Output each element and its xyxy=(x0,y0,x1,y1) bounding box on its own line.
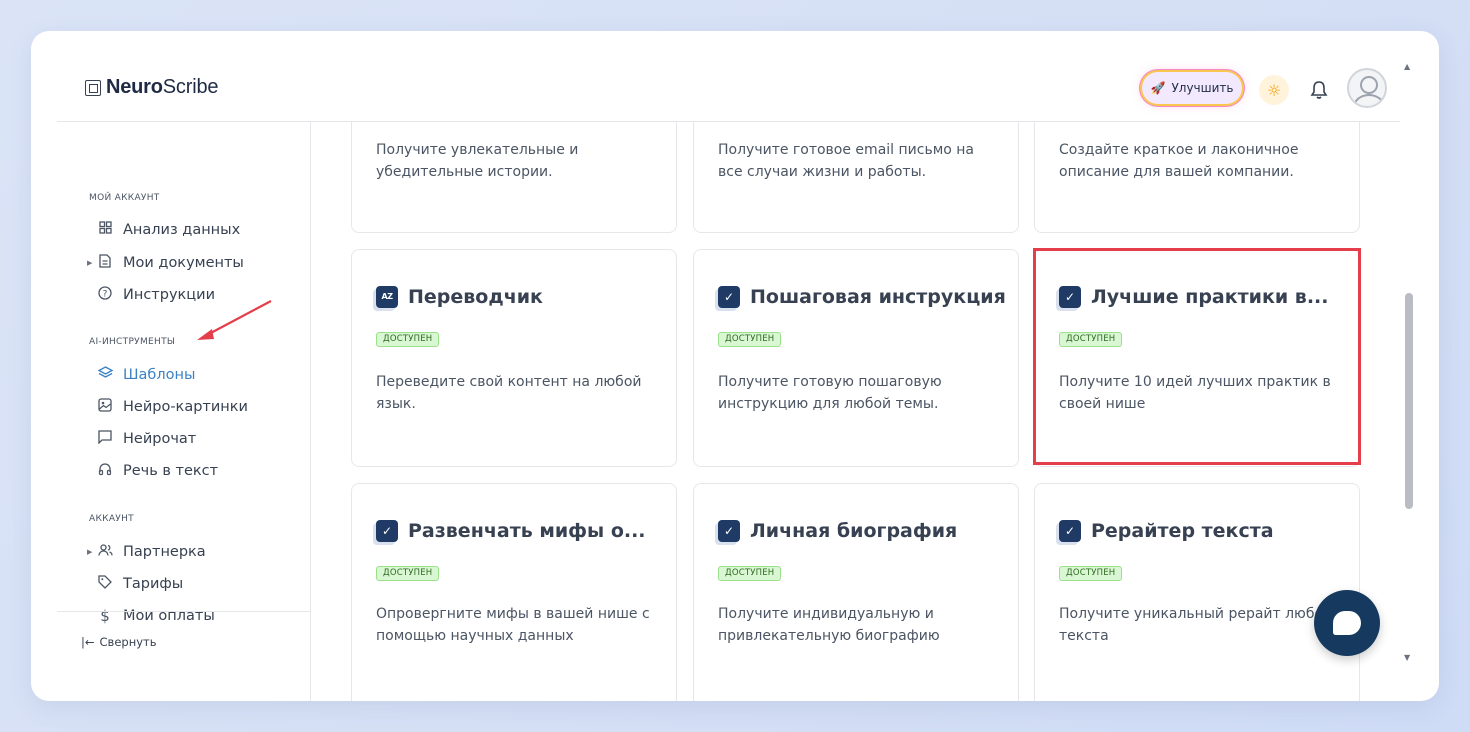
sidebar-item-templates[interactable]: Шаблоны xyxy=(97,366,195,384)
sidebar: МОЙ АККАУНТ Анализ данных ▶ Мои документ… xyxy=(57,122,311,701)
help-circle-icon: ? xyxy=(97,286,113,304)
tag-icon xyxy=(97,575,113,593)
collapse-arrow-icon: |← xyxy=(81,635,95,649)
image-icon xyxy=(97,398,113,416)
user-avatar[interactable] xyxy=(1347,68,1387,108)
layers-icon xyxy=(97,366,113,384)
template-card[interactable]: Создайте краткое и лаконичное описание д… xyxy=(1034,122,1360,233)
sidebar-item-instructions[interactable]: ? Инструкции xyxy=(97,286,215,304)
section-label-account: АККАУНТ xyxy=(89,514,134,524)
grid-icon xyxy=(97,221,113,238)
sidebar-item-my-documents[interactable]: Мои документы xyxy=(97,254,244,272)
scrollbar-thumb[interactable] xyxy=(1405,293,1413,509)
support-chat-button[interactable] xyxy=(1314,590,1380,656)
app-window: NeuroScribe 🚀 Улучшить ☼ МОЙ АККАУНТ Ана… xyxy=(31,31,1439,701)
scroll-up-arrow-icon[interactable]: ▲ xyxy=(1404,62,1410,71)
sidebar-item-my-payments[interactable]: $ Мои оплаты xyxy=(97,607,215,625)
chat-icon xyxy=(97,430,113,448)
caret-right-icon[interactable]: ▶ xyxy=(87,259,92,267)
template-card[interactable]: Получите готовое email письмо на все слу… xyxy=(693,122,1019,233)
theme-toggle-sun-icon[interactable]: ☼ xyxy=(1259,75,1289,105)
sidebar-item-speech-to-text[interactable]: Речь в текст xyxy=(97,462,218,480)
collapse-sidebar-button[interactable]: |← Свернуть xyxy=(81,635,157,649)
status-badge: ДОСТУПЕН xyxy=(718,566,782,581)
sidebar-divider xyxy=(57,611,311,612)
status-badge: ДОСТУПЕН xyxy=(1059,332,1123,347)
document-icon xyxy=(97,254,113,272)
sidebar-item-tariffs[interactable]: Тарифы xyxy=(97,575,183,593)
section-label-my-account: МОЙ АККАУНТ xyxy=(89,193,160,203)
users-icon xyxy=(97,543,113,561)
template-card-personal-biography[interactable]: ✓ Личная биография ДОСТУПЕН Получите инд… xyxy=(693,483,1019,701)
status-badge: ДОСТУПЕН xyxy=(1059,566,1123,581)
upgrade-label: Улучшить xyxy=(1171,81,1234,95)
upgrade-button[interactable]: 🚀 Улучшить xyxy=(1142,72,1242,104)
scroll-down-arrow-icon[interactable]: ▼ xyxy=(1404,653,1410,662)
checkbox-icon: ✓ xyxy=(376,520,398,542)
template-card-debunk-myths[interactable]: ✓ Развенчать мифы о... ДОСТУПЕН Опроверг… xyxy=(351,483,677,701)
logo-icon xyxy=(85,79,101,96)
status-badge: ДОСТУПЕН xyxy=(376,566,440,581)
checkbox-icon: ✓ xyxy=(718,286,740,308)
checkbox-icon: ✓ xyxy=(1059,286,1081,308)
checkbox-icon: ✓ xyxy=(1059,520,1081,542)
sidebar-item-neuro-images[interactable]: Нейро-картинки xyxy=(97,398,248,416)
rocket-icon: 🚀 xyxy=(1150,81,1166,95)
template-card-translator[interactable]: AZ Переводчик ДОСТУПЕН Переведите свой к… xyxy=(351,249,677,467)
logo-text: NeuroScribe xyxy=(106,76,219,98)
sidebar-item-data-analysis[interactable]: Анализ данных xyxy=(97,221,240,238)
template-card-best-practices[interactable]: ✓ Лучшие практики в... ДОСТУПЕН Получите… xyxy=(1034,249,1360,467)
top-header: NeuroScribe 🚀 Улучшить ☼ xyxy=(57,31,1400,122)
template-card-step-by-step[interactable]: ✓ Пошаговая инструкция ДОСТУПЕН Получите… xyxy=(693,249,1019,467)
section-label-ai-tools: AI-ИНСТРУМЕНТЫ xyxy=(89,337,176,347)
svg-text:?: ? xyxy=(103,290,108,300)
translate-icon: AZ xyxy=(376,286,398,308)
template-card-text-rewriter[interactable]: ✓ Рерайтер текста ДОСТУПЕН Получите уник… xyxy=(1034,483,1360,701)
dollar-icon: $ xyxy=(100,607,110,625)
templates-grid: Получите увлекательные и убедительные ис… xyxy=(312,122,1400,701)
notifications-bell-icon[interactable] xyxy=(1306,75,1332,105)
headphones-icon xyxy=(97,462,113,480)
sidebar-item-partners[interactable]: Партнерка xyxy=(97,543,206,561)
chat-bubble-icon xyxy=(1333,611,1361,635)
status-badge: ДОСТУПЕН xyxy=(718,332,782,347)
checkbox-icon: ✓ xyxy=(718,520,740,542)
status-badge: ДОСТУПЕН xyxy=(376,332,440,347)
template-card[interactable]: Получите увлекательные и убедительные ис… xyxy=(351,122,677,233)
caret-right-icon[interactable]: ▶ xyxy=(87,548,92,556)
sidebar-item-neurochat[interactable]: Нейрочат xyxy=(97,430,196,448)
logo[interactable]: NeuroScribe xyxy=(85,76,218,99)
